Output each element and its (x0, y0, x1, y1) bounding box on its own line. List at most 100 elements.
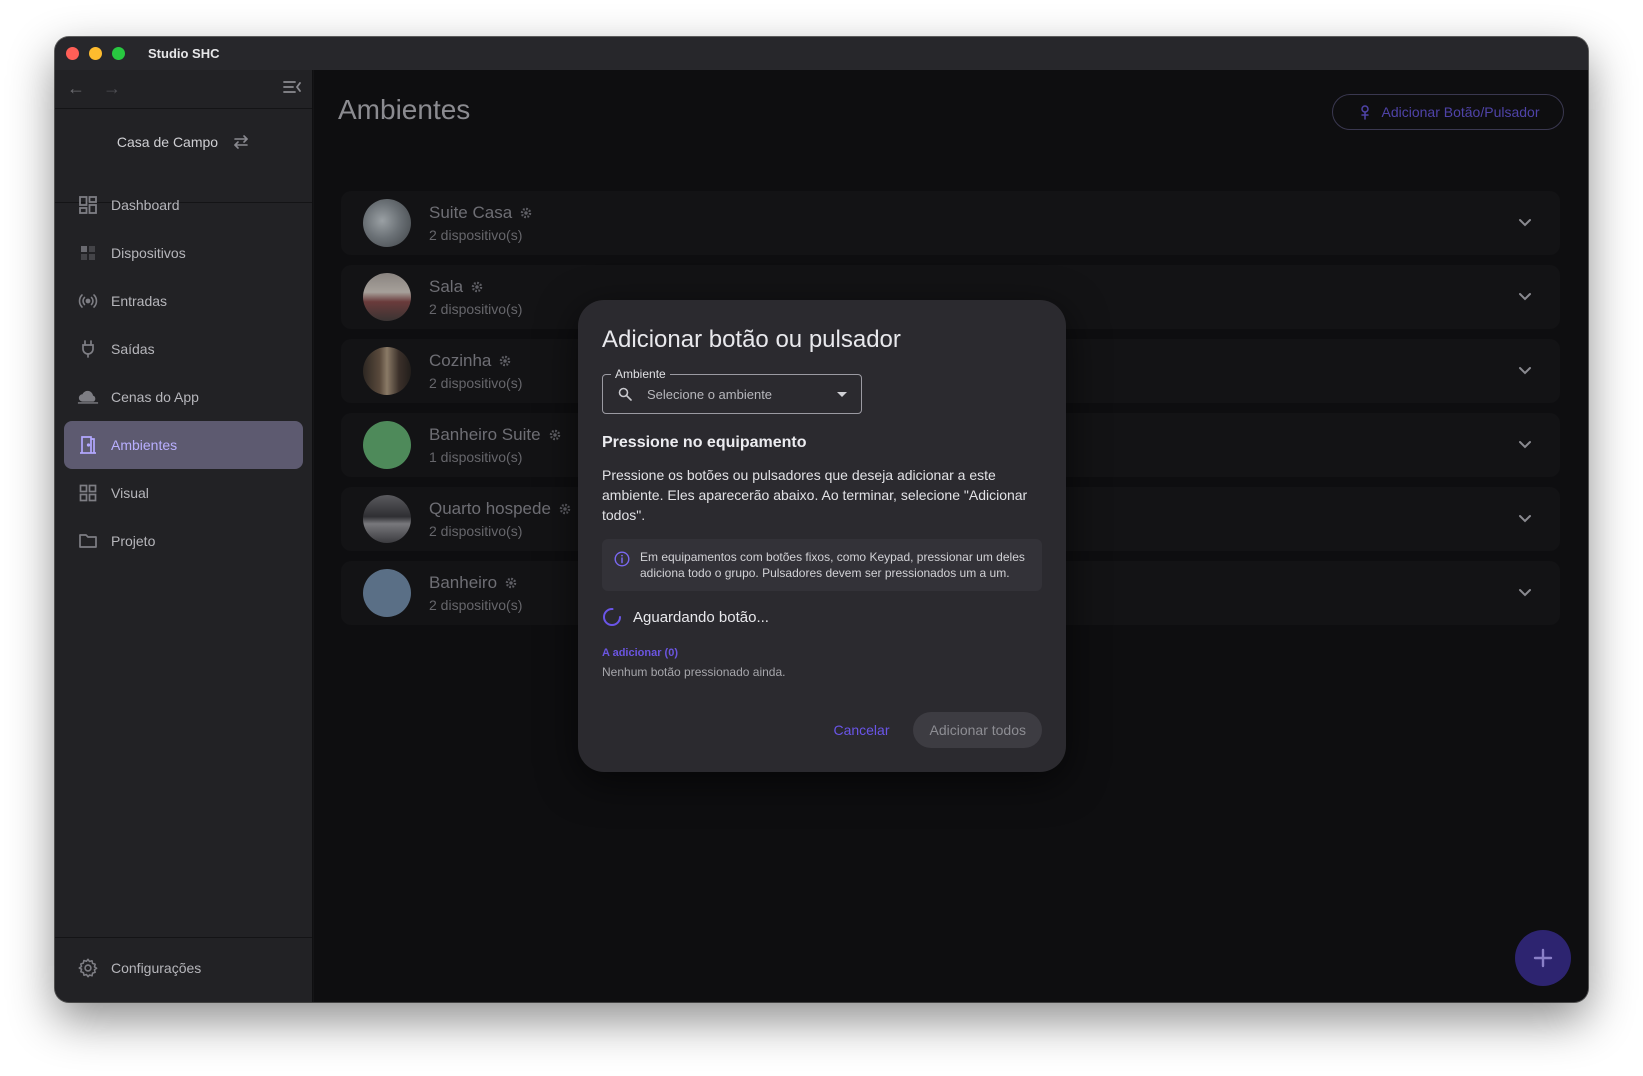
title-bar: Studio SHC (55, 37, 1588, 70)
waiting-text: Aguardando botão... (633, 608, 769, 626)
info-icon (614, 551, 630, 567)
forward-arrow-icon[interactable]: → (103, 78, 121, 98)
chevron-down-icon[interactable] (1516, 583, 1534, 601)
info-callout: Em equipamentos com botões fixos, como K… (602, 539, 1042, 591)
room-name: Sala (429, 277, 522, 297)
app-title: Studio SHC (148, 46, 220, 61)
close-window-button[interactable] (66, 47, 79, 60)
chevron-down-icon[interactable] (1516, 361, 1534, 379)
swap-icon (232, 134, 250, 150)
divider (55, 108, 312, 109)
ambiente-placeholder: Selecione o ambiente (647, 386, 773, 402)
cloud-icon (77, 386, 99, 408)
room-device-count: 2 dispositivo(s) (429, 597, 523, 613)
sidebar-item-dashboard[interactable]: Dashboard (64, 181, 303, 229)
window-controls (66, 47, 125, 60)
sidebar-item-saidas[interactable]: Saídas (64, 325, 303, 373)
section-title: Pressione no equipamento (602, 434, 807, 451)
info-text: Em equipamentos com botões fixos, como K… (640, 550, 1025, 580)
chevron-down-icon[interactable] (1516, 213, 1534, 231)
dialog-title: Adicionar botão ou pulsador (602, 326, 901, 353)
search-icon (618, 387, 632, 401)
add-button-dialog: Adicionar botão ou pulsador Ambiente Sel… (578, 300, 1066, 772)
add-button-label: Adicionar Botão/Pulsador (1381, 104, 1540, 120)
room-device-count: 1 dispositivo(s) (429, 449, 523, 465)
add-room-fab[interactable] (1515, 930, 1571, 986)
room-device-count: 2 dispositivo(s) (429, 523, 523, 539)
sidebar-item-label: Dashboard (111, 197, 180, 213)
dialog-actions: Cancelar Adicionar todos (833, 712, 1042, 748)
room-settings-icon[interactable] (548, 428, 562, 442)
back-arrow-icon[interactable]: ← (67, 78, 85, 98)
waiting-status: Aguardando botão... (602, 607, 1042, 627)
room-device-count: 2 dispositivo(s) (429, 227, 523, 243)
sidebar-item-label: Visual (111, 485, 149, 501)
room-avatar (363, 495, 411, 543)
room-device-count: 2 dispositivo(s) (429, 375, 523, 391)
room-settings-icon[interactable] (470, 280, 484, 294)
chevron-down-icon[interactable] (1516, 509, 1534, 527)
ambiente-select[interactable]: Ambiente Selecione o ambiente (602, 366, 862, 414)
sidebar-item-label: Ambientes (111, 437, 178, 453)
home-name: Casa de Campo (116, 134, 219, 150)
room-name: Banheiro (429, 573, 522, 593)
grid-icon (77, 482, 99, 504)
sidebar-item-label: Projeto (111, 533, 156, 549)
maximize-window-button[interactable] (112, 47, 125, 60)
folder-icon (77, 530, 99, 552)
spinner-icon (603, 608, 621, 626)
room-settings-icon[interactable] (558, 502, 572, 516)
history-nav: ← → (67, 78, 121, 98)
room-device-count: 2 dispositivo(s) (429, 301, 523, 317)
nav-list: Dashboard Dispositivos Entradas Saídas C… (64, 181, 303, 565)
sidebar-item-label: Saídas (111, 341, 155, 357)
sidebar-item-ambientes[interactable]: Ambientes (64, 421, 303, 469)
room-settings-icon[interactable] (519, 206, 533, 220)
sidebar-item-configuracoes[interactable]: Configurações (64, 944, 303, 992)
to-add-empty-text: Nenhum botão pressionado ainda. (602, 665, 786, 679)
ambiente-field-label: Ambiente (611, 366, 670, 382)
gear-icon (77, 957, 99, 979)
room-settings-icon[interactable] (498, 354, 512, 368)
sidebar-item-entradas[interactable]: Entradas (64, 277, 303, 325)
cancel-button[interactable]: Cancelar (833, 722, 889, 738)
room-settings-icon[interactable] (504, 576, 518, 590)
add-button-pulsador-button[interactable]: Adicionar Botão/Pulsador (1332, 94, 1564, 130)
touch-icon (1360, 105, 1369, 120)
divider (55, 937, 312, 938)
minimize-window-button[interactable] (89, 47, 102, 60)
room-name: Banheiro Suite (429, 425, 562, 445)
room-avatar (363, 347, 411, 395)
sidebar-item-cenas[interactable]: Cenas do App (64, 373, 303, 421)
sidebar-item-label: Entradas (111, 293, 168, 309)
caret-down-icon[interactable] (837, 391, 847, 397)
room-name: Cozinha (429, 351, 522, 371)
add-all-button[interactable]: Adicionar todos (913, 712, 1042, 748)
home-selector[interactable]: Casa de Campo (55, 110, 312, 174)
plus-icon (1533, 948, 1553, 968)
sidebar-item-dispositivos[interactable]: Dispositivos (64, 229, 303, 277)
dashboard-icon (77, 194, 99, 216)
room-card[interactable]: Suite Casa 2 dispositivo(s) (341, 191, 1560, 255)
sidebar-item-visual[interactable]: Visual (64, 469, 303, 517)
sidebar-item-projeto[interactable]: Projeto (64, 517, 303, 565)
room-avatar (363, 421, 411, 469)
sidebar-item-label: Cenas do App (111, 389, 199, 405)
chevron-down-icon[interactable] (1516, 287, 1534, 305)
room-avatar (363, 569, 411, 617)
sidebar-item-label: Dispositivos (111, 245, 186, 261)
collapse-sidebar-icon[interactable] (282, 77, 302, 97)
devices-icon (77, 242, 99, 264)
sensors-icon (77, 290, 99, 312)
room-name: Suite Casa (429, 203, 533, 223)
page-title: Ambientes (338, 94, 471, 125)
settings-label: Configurações (111, 960, 202, 976)
room-name: Quarto hospede (429, 499, 572, 519)
to-add-title: A adicionar (0) (602, 647, 678, 659)
dialog-description: Pressione os botões ou pulsadores que de… (602, 467, 1028, 523)
chevron-down-icon[interactable] (1516, 435, 1534, 453)
room-avatar (363, 199, 411, 247)
plug-icon (77, 338, 99, 360)
room-avatar (363, 273, 411, 321)
door-icon (77, 434, 99, 456)
